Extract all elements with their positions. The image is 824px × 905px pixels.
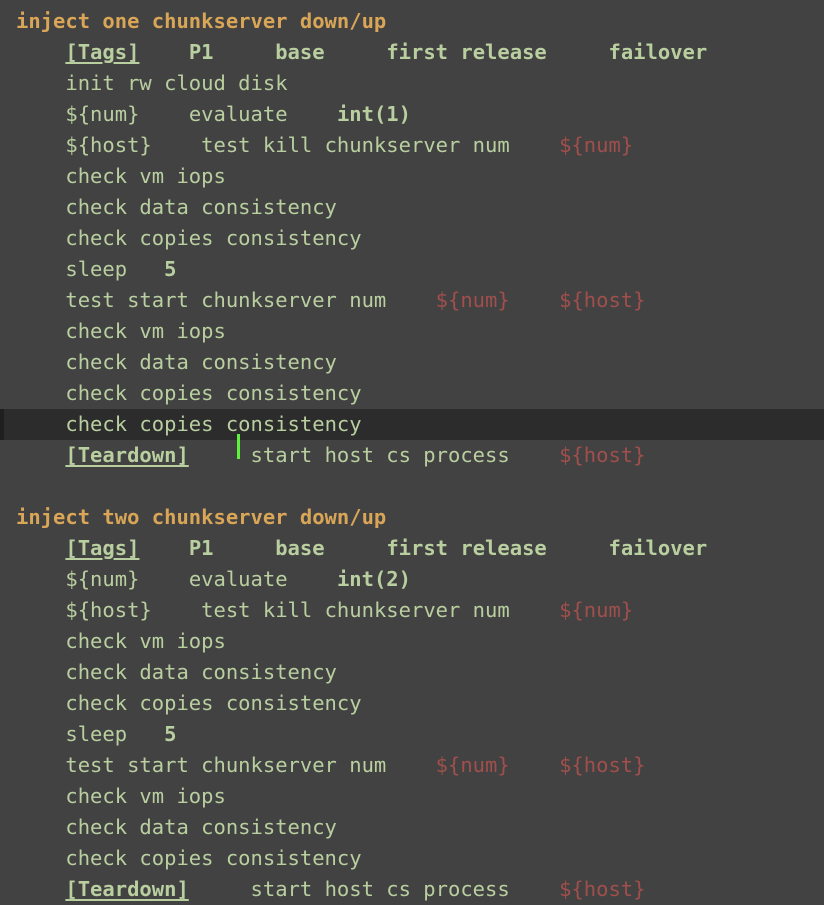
teardown-line[interactable]: [Teardown] start host cs process ${host} xyxy=(0,874,824,905)
code-editor[interactable]: inject one chunkserver down/up [Tags] P1… xyxy=(0,0,824,901)
keyword-name: check vm iops xyxy=(65,784,226,808)
teardown-setting-label: [Teardown] xyxy=(65,877,189,901)
argument-value: ${num} xyxy=(559,133,634,157)
keyword-name: check vm iops xyxy=(65,164,226,188)
tags-line[interactable]: [Tags] P1 base first release failover xyxy=(0,37,824,68)
teardown-setting-label: [Teardown] xyxy=(65,443,189,467)
keyword-name: check copies consistency xyxy=(65,846,362,870)
tag-value: base xyxy=(275,536,325,560)
keyword-line[interactable]: check vm iops xyxy=(0,161,824,192)
argument-value: ${host} xyxy=(559,877,646,901)
keyword-name: init rw cloud disk xyxy=(65,71,288,95)
keyword-line[interactable]: init rw cloud disk xyxy=(0,68,824,99)
keyword-name: check data consistency xyxy=(65,660,337,684)
assignment-line[interactable]: ${host} test kill chunkserver num ${num} xyxy=(0,130,824,161)
assignment-line[interactable]: ${host} test kill chunkserver num ${num} xyxy=(0,595,824,626)
keyword-name: test kill chunkserver num xyxy=(201,598,510,622)
tag-value: P1 xyxy=(188,536,214,560)
keyword-line[interactable]: check copies consistency xyxy=(0,843,824,874)
teardown-line[interactable]: [Teardown] start host cs process ${host} xyxy=(0,440,824,471)
tag-value: first release xyxy=(386,40,547,64)
keyword-line[interactable]: test start chunkserver num ${num} ${host… xyxy=(0,285,824,316)
keyword-line[interactable]: check copies consistency xyxy=(0,378,824,409)
keyword-name-rest: onsistency xyxy=(238,412,362,436)
tag-value: failover xyxy=(608,40,708,64)
keyword-line[interactable]: check data consistency xyxy=(0,657,824,688)
keyword-name: check data consistency xyxy=(65,195,337,219)
keyword-name: check copies c xyxy=(65,412,239,436)
argument-value: ${num} xyxy=(559,598,634,622)
variable-name: ${host} xyxy=(65,598,152,622)
variable-name: ${num} xyxy=(65,102,140,126)
argument-value: ${num} xyxy=(435,288,510,312)
keyword-line[interactable]: check data consistency xyxy=(0,192,824,223)
keyword-name: check data consistency xyxy=(65,350,337,374)
keyword-name: check data consistency xyxy=(65,815,337,839)
keyword-line[interactable]: test start chunkserver num ${num} ${host… xyxy=(0,750,824,781)
variable-name: ${host} xyxy=(65,133,152,157)
keyword-name: start host cs process xyxy=(250,443,510,467)
assignment-line[interactable]: ${num} evaluate int(2) xyxy=(0,564,824,595)
keyword-name: check vm iops xyxy=(65,629,226,653)
keyword-name: sleep xyxy=(65,257,128,281)
keyword-line[interactable]: check vm iops xyxy=(0,316,824,347)
assignment-line[interactable]: ${num} evaluate int(1) xyxy=(0,99,824,130)
argument-value: int(1) xyxy=(336,102,411,126)
keyword-name: check vm iops xyxy=(65,319,226,343)
testcase-name: inject two chunkserver down/up xyxy=(16,505,387,529)
keyword-name: start host cs process xyxy=(250,877,510,901)
keyword-name: check copies consistency xyxy=(65,226,362,250)
argument-value: ${host} xyxy=(559,753,646,777)
keyword-line[interactable]: check data consistency xyxy=(0,812,824,843)
argument-value: ${host} xyxy=(559,288,646,312)
argument-value: ${num} xyxy=(435,753,510,777)
argument-value: 5 xyxy=(164,257,177,281)
keyword-name: sleep xyxy=(65,722,128,746)
argument-value: 5 xyxy=(164,722,177,746)
keyword-line[interactable]: check vm iops xyxy=(0,626,824,657)
tag-value: P1 xyxy=(188,40,214,64)
editor-lines[interactable]: inject one chunkserver down/up [Tags] P1… xyxy=(0,6,824,905)
tag-value: failover xyxy=(608,536,708,560)
tags-line[interactable]: [Tags] P1 base first release failover xyxy=(0,533,824,564)
keyword-name: test start chunkserver num xyxy=(65,288,387,312)
keyword-line[interactable]: check copies consistency xyxy=(0,223,824,254)
keyword-name: check copies consistency xyxy=(65,381,362,405)
keyword-name: check copies consistency xyxy=(65,691,362,715)
blank-line[interactable] xyxy=(0,471,824,502)
keyword-line-with-cursor[interactable]: check copies consistency xyxy=(0,409,824,459)
keyword-line[interactable]: sleep 5 xyxy=(0,254,824,285)
testcase-name: inject one chunkserver down/up xyxy=(16,9,387,33)
testcase-title[interactable]: inject two chunkserver down/up xyxy=(0,502,824,533)
keyword-name: evaluate xyxy=(188,567,288,591)
keyword-line[interactable]: sleep 5 xyxy=(0,719,824,750)
keyword-line[interactable]: check vm iops xyxy=(0,781,824,812)
tags-setting-label: [Tags] xyxy=(65,536,140,560)
tag-value: base xyxy=(275,40,325,64)
testcase-title[interactable]: inject one chunkserver down/up xyxy=(0,6,824,37)
argument-value: int(2) xyxy=(336,567,411,591)
keyword-line[interactable]: check data consistency xyxy=(0,347,824,378)
tag-value: first release xyxy=(386,536,547,560)
keyword-name: evaluate xyxy=(188,102,288,126)
tags-setting-label: [Tags] xyxy=(65,40,140,64)
variable-name: ${num} xyxy=(65,567,140,591)
argument-value: ${host} xyxy=(559,443,646,467)
keyword-name: test kill chunkserver num xyxy=(201,133,510,157)
keyword-name: test start chunkserver num xyxy=(65,753,387,777)
keyword-line[interactable]: check copies consistency xyxy=(0,688,824,719)
